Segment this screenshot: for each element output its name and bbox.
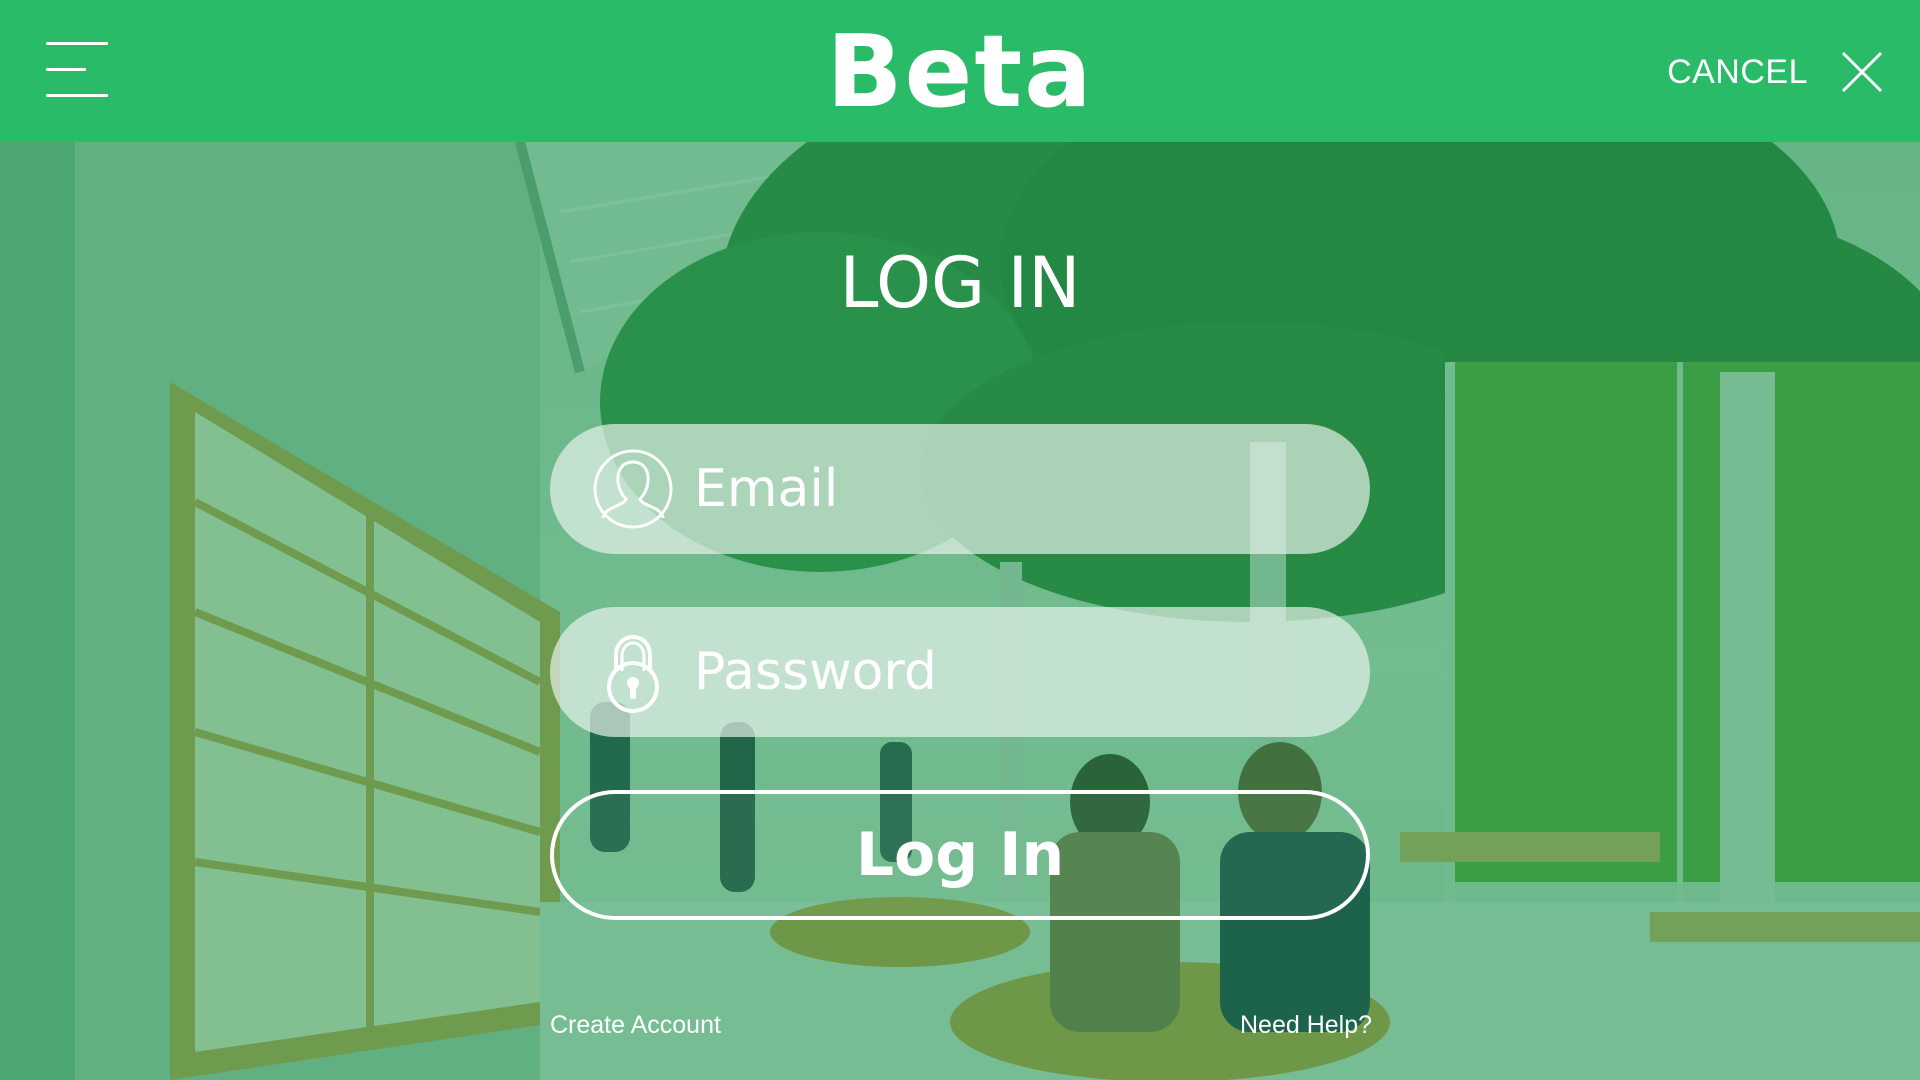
email-field[interactable] — [550, 424, 1370, 554]
login-heading: LOG IN — [839, 242, 1081, 324]
password-input[interactable] — [694, 632, 1334, 712]
email-input[interactable] — [694, 449, 1334, 529]
padlock-icon — [607, 634, 659, 713]
create-account-link[interactable]: Create Account — [550, 1008, 721, 1042]
close-icon[interactable] — [1840, 50, 1884, 94]
user-silhouette-icon — [593, 449, 673, 529]
login-screen: Beta CANCEL LOG IN Log In Create Acco — [0, 0, 1920, 1080]
top-bar: Beta CANCEL — [0, 0, 1920, 142]
cancel-label: CANCEL — [1667, 52, 1808, 91]
app-brand-title: Beta — [826, 13, 1094, 130]
password-field[interactable] — [550, 607, 1370, 737]
log-in-button[interactable]: Log In — [550, 790, 1370, 920]
cancel-button[interactable]: CANCEL — [1667, 46, 1884, 98]
need-help-link[interactable]: Need Help? — [1240, 1008, 1372, 1042]
